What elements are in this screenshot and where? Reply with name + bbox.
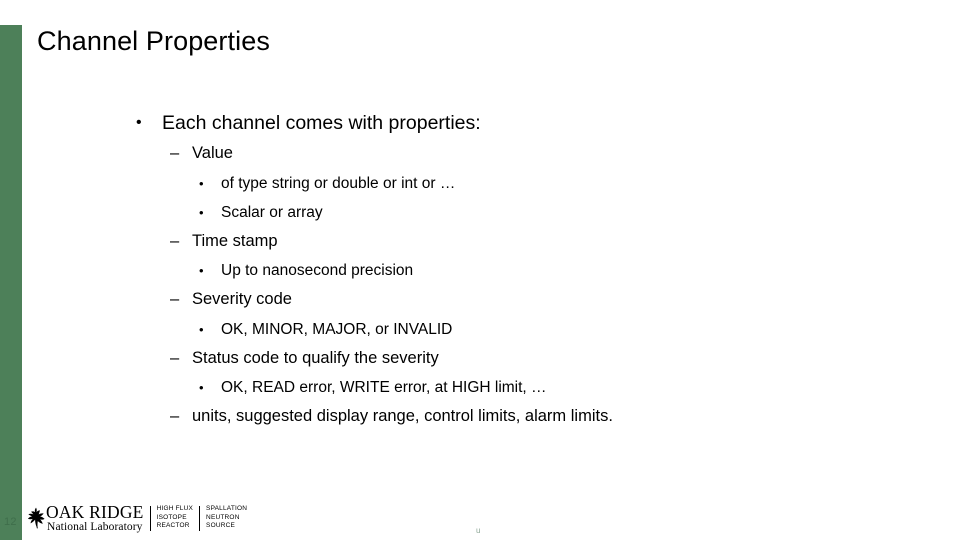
bullet-marker: • [136,114,142,131]
slide-canvas: Channel Properties • Each channel comes … [0,0,960,540]
bullet-marker: • [199,175,204,191]
ornl-wordmark: OAK RIDGE National Laboratory [46,501,150,533]
bullet-marker: – [170,348,180,367]
bullet-line: • Up to nanosecond precision [0,256,960,285]
footer-artifact: u [476,526,481,535]
bullet-marker: – [170,290,180,308]
bullet-marker: • [199,204,204,220]
oak-leaf-icon [27,507,45,529]
bullet-marker: • [199,321,204,337]
bullet-line: – Value [0,139,960,169]
bullet-text: Severity code [192,290,292,308]
bullet-marker: – [170,144,180,162]
facility-hfir-label: HIGH FLUX ISOTOPE REACTOR [156,505,194,530]
slide-body: • Each channel comes with properties: – … [0,108,960,432]
bullet-text: OK, READ error, WRITE error, at HIGH lim… [221,379,547,396]
bullet-text: OK, MINOR, MAJOR, or INVALID [221,320,453,338]
bullet-text: Time stamp [192,231,278,250]
bullet-text: Value [192,144,233,162]
facility-sns-label: SPALLATION NEUTRON SOURCE [206,505,248,530]
bullet-text: units, suggested display range, control … [192,407,613,425]
bullet-line: • OK, MINOR, MAJOR, or INVALID [0,315,960,344]
bullet-line: – units, suggested display range, contro… [0,402,960,432]
bullet-line: • Each channel comes with properties: [0,108,960,138]
bullet-line: – Time stamp [0,227,960,257]
bullet-marker: – [170,231,180,250]
page-number: 12 [4,516,17,528]
bullet-text: Scalar or array [221,203,323,221]
bullet-text: Each channel comes with properties: [162,112,481,134]
ornl-secondary-text: National Laboratory [47,520,143,533]
bullet-text: Up to nanosecond precision [221,262,414,279]
bullet-line: • of type string or double or int or … [0,169,960,198]
bullet-marker: • [199,263,204,278]
bullet-text: of type string or double or int or … [221,174,456,192]
bullet-line: • OK, READ error, WRITE error, at HIGH l… [0,373,960,402]
page-title: Channel Properties [37,26,270,56]
logo-divider-1 [149,505,151,531]
bullet-text: Status code to qualify the severity [192,348,439,367]
ornl-primary-text: OAK RIDGE [46,501,144,522]
bullet-marker: – [170,407,180,425]
bullet-marker: • [199,380,204,395]
bullet-line: – Severity code [0,285,960,315]
ornl-logo: OAK RIDGE National Laboratory HIGH FLUX … [27,503,253,533]
bullet-line: – Status code to qualify the severity [0,344,960,374]
logo-divider-2 [199,505,201,531]
bullet-line: • Scalar or array [0,198,960,227]
